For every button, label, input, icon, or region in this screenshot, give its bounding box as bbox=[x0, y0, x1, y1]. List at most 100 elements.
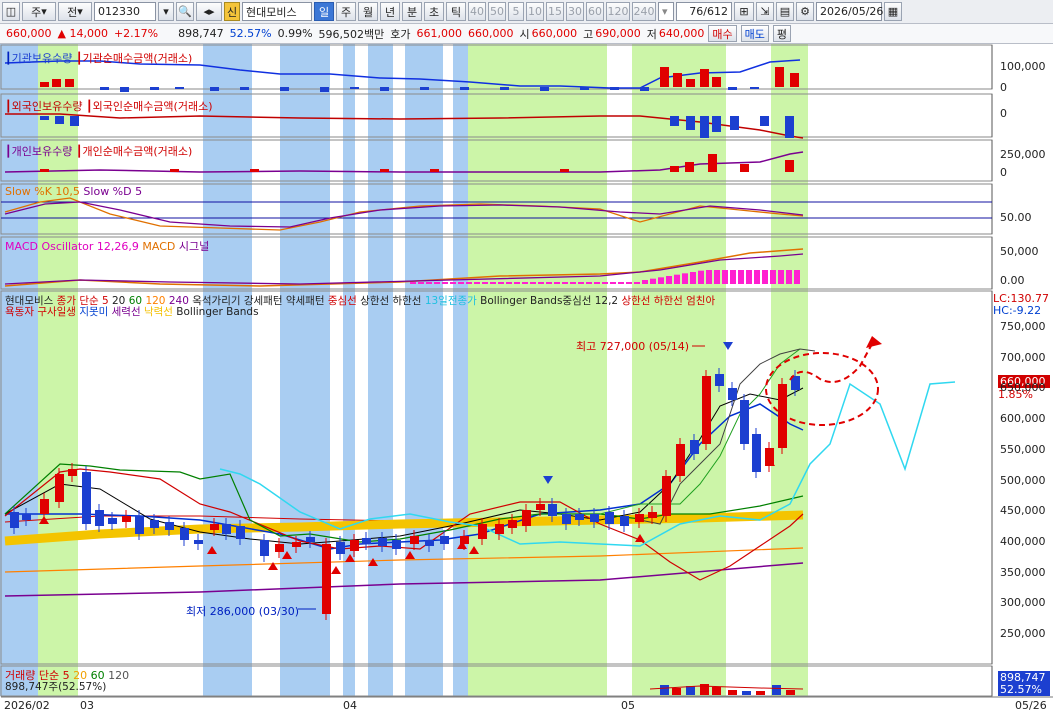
macd-tick-0: 0.00 bbox=[1000, 274, 1025, 287]
indiv-bar bbox=[430, 169, 439, 172]
volume-value-label: 898,747주(52.57%) bbox=[5, 681, 107, 693]
volume-bar bbox=[786, 690, 795, 695]
bid-price-1: 661,000 bbox=[416, 27, 463, 40]
candlestick bbox=[392, 540, 401, 549]
price-tick: 500,000 bbox=[1000, 473, 1046, 487]
buy-button[interactable]: 매수 bbox=[708, 25, 737, 42]
macd-oscillator-bar bbox=[506, 282, 512, 284]
candlestick bbox=[275, 544, 284, 552]
macd-oscillator-bar bbox=[482, 282, 488, 284]
macd-oscillator-bar bbox=[554, 282, 560, 284]
period-select[interactable]: 전 ▾ bbox=[58, 2, 92, 21]
current-price: 660,000 bbox=[6, 27, 52, 40]
highlight-band-blue bbox=[453, 44, 468, 696]
custom-period-dropdown[interactable]: ▾ bbox=[658, 2, 674, 21]
volume-bar bbox=[756, 691, 765, 695]
indiv-bar bbox=[40, 169, 49, 172]
candlestick bbox=[590, 514, 599, 522]
foreign-bar bbox=[760, 116, 769, 126]
minute-50-button[interactable]: 50 bbox=[488, 2, 506, 21]
indiv-bar bbox=[785, 160, 794, 172]
volume-bar bbox=[728, 690, 737, 695]
inst-bar bbox=[100, 87, 109, 90]
macd-oscillator-bar bbox=[682, 273, 688, 284]
stock-code-input[interactable]: 012330 bbox=[94, 2, 156, 21]
minute-15-button[interactable]: 15 bbox=[546, 2, 564, 21]
inst-bar bbox=[580, 87, 589, 90]
bar-counter[interactable]: 76/612 bbox=[676, 2, 732, 21]
macd-oscillator-bar bbox=[530, 282, 536, 284]
save-icon[interactable]: ▤ bbox=[776, 2, 794, 21]
inst-bar bbox=[728, 87, 737, 90]
period-tick-button[interactable]: 틱 bbox=[446, 2, 466, 21]
indiv-bar bbox=[670, 166, 679, 172]
candlestick bbox=[150, 520, 159, 528]
zoom-icon[interactable]: ⊞ bbox=[734, 2, 754, 21]
minute-40-button[interactable]: 40 bbox=[468, 2, 486, 21]
macd-oscillator-bar bbox=[754, 270, 760, 284]
macd-oscillator-bar bbox=[794, 270, 800, 284]
candlestick bbox=[378, 538, 387, 546]
price-tick: 550,000 bbox=[1000, 442, 1046, 456]
foreign-bar bbox=[712, 116, 721, 132]
gear-icon[interactable]: ⚙ bbox=[796, 2, 814, 21]
minute-240-button[interactable]: 240 bbox=[632, 2, 656, 21]
foreign-bar bbox=[700, 116, 709, 138]
macd-tick-1: 50,000 bbox=[1000, 245, 1039, 258]
macd-oscillator-bar bbox=[642, 280, 648, 284]
speaker-icon[interactable]: ◂▸ bbox=[196, 2, 222, 21]
minute-5-button[interactable]: 5 bbox=[508, 2, 524, 21]
price-change: ▲ 14,000 bbox=[57, 27, 108, 40]
evaluate-button[interactable]: 평 bbox=[772, 25, 792, 42]
macd-oscillator-bar bbox=[706, 270, 712, 284]
minute-120-button[interactable]: 120 bbox=[606, 2, 630, 21]
period-year-button[interactable]: 년 bbox=[380, 2, 400, 21]
date-input[interactable]: 2026/05/26 bbox=[816, 2, 883, 21]
inst-bar bbox=[750, 87, 759, 89]
search-icon[interactable]: 🔍 bbox=[176, 2, 194, 21]
inst-bar bbox=[280, 87, 289, 91]
candlestick bbox=[55, 474, 64, 502]
macd-oscillator-bar bbox=[426, 282, 432, 284]
sell-button[interactable]: 매도 bbox=[740, 25, 769, 42]
candlestick bbox=[82, 472, 91, 524]
xaxis-label-mar: 03 bbox=[80, 699, 94, 712]
candlestick bbox=[536, 504, 545, 510]
low-label: 저 bbox=[646, 27, 657, 41]
inst-bar bbox=[150, 87, 159, 90]
candlestick bbox=[194, 540, 203, 544]
minute-60-button[interactable]: 60 bbox=[586, 2, 604, 21]
candlestick bbox=[425, 540, 434, 546]
xaxis-label-end: 05/26 bbox=[1015, 699, 1047, 712]
inst-bar bbox=[686, 79, 695, 87]
macd-oscillator-bar bbox=[578, 282, 584, 284]
macd-oscillator-bar bbox=[570, 282, 576, 284]
period-month-button[interactable]: 월 bbox=[358, 2, 378, 21]
candlestick bbox=[336, 542, 345, 554]
macd-oscillator-bar bbox=[666, 276, 672, 284]
type-select[interactable]: 주 ▾ bbox=[22, 2, 56, 21]
price-tick: 650,000 bbox=[1000, 381, 1046, 395]
candlestick bbox=[292, 542, 301, 547]
period-second-button[interactable]: 초 bbox=[424, 2, 444, 21]
minute-30-button[interactable]: 30 bbox=[566, 2, 584, 21]
new-badge[interactable]: 신 bbox=[224, 2, 240, 21]
dropdown-icon[interactable]: ▾ bbox=[158, 2, 174, 21]
calendar-icon[interactable]: ▦ bbox=[884, 2, 902, 21]
macd-oscillator-bar bbox=[602, 282, 608, 284]
candlestick bbox=[522, 510, 531, 526]
period-day-button[interactable]: 일 bbox=[314, 2, 334, 21]
chart-window-icon[interactable]: ◫ bbox=[2, 2, 20, 21]
macd-oscillator-bar bbox=[514, 282, 520, 284]
minute-10-button[interactable]: 10 bbox=[526, 2, 544, 21]
inst-bar bbox=[420, 87, 429, 90]
period-minute-button[interactable]: 분 bbox=[402, 2, 422, 21]
compress-icon[interactable]: ⇲ bbox=[756, 2, 774, 21]
period-week-button[interactable]: 주 bbox=[336, 2, 356, 21]
candlestick bbox=[322, 544, 331, 614]
candlestick bbox=[702, 376, 711, 444]
foreign-bar bbox=[670, 116, 679, 126]
candlestick bbox=[40, 499, 49, 514]
prediction-arrowhead bbox=[866, 336, 882, 348]
highlight-band-green bbox=[38, 44, 78, 696]
